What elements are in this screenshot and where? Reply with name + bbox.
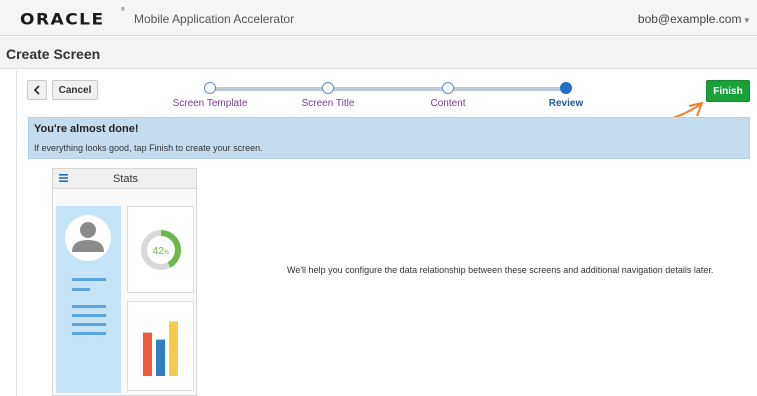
step-label-screen-template[interactable]: Screen Template <box>160 98 260 109</box>
finish-button[interactable]: Finish <box>706 80 750 102</box>
donut-chart: 42% <box>141 230 181 270</box>
info-banner: You're almost done! If everything looks … <box>28 117 750 159</box>
step-label-screen-title[interactable]: Screen Title <box>278 98 378 109</box>
page-title: Create Screen <box>6 46 101 62</box>
svg-text:42%: 42% <box>153 246 170 257</box>
step-stop-screen-template[interactable] <box>204 82 216 94</box>
step-stop-screen-title[interactable] <box>322 82 334 94</box>
screen-preview: Stats 42% <box>52 168 197 396</box>
bar-chart-tile <box>127 301 194 391</box>
caret-down-icon: ▾ <box>744 15 749 25</box>
train-connector <box>328 87 448 91</box>
app-title: Mobile Application Accelerator <box>134 12 295 26</box>
donut-tile: 42% <box>127 206 194 293</box>
preview-title: Stats <box>112 173 139 185</box>
avatar-icon <box>65 215 111 335</box>
bar-chart <box>143 321 178 376</box>
profile-tile <box>56 206 121 393</box>
bar-2 <box>169 321 178 376</box>
bar-0 <box>143 332 152 376</box>
step-label-review[interactable]: Review <box>516 98 616 109</box>
banner-title: You're almost done! <box>34 123 139 135</box>
user-email: bob@example.com <box>637 12 742 26</box>
train-connector <box>210 87 328 91</box>
banner-text: If everything looks good, tap Finish to … <box>34 143 263 153</box>
preview-header: Stats <box>53 169 196 189</box>
step-stop-review[interactable] <box>560 82 572 94</box>
user-menu[interactable]: bob@example.com ▾ <box>638 12 749 26</box>
donut-value: 42 <box>153 246 165 257</box>
bar-1 <box>156 339 165 376</box>
step-label-content[interactable]: Content <box>398 98 498 109</box>
top-bar: ORACLE ® Mobile Application Accelerator … <box>0 0 757 36</box>
helper-text: We'll help you configure the data relati… <box>287 265 714 275</box>
registered-mark: ® <box>121 7 125 13</box>
train-connector <box>448 87 566 91</box>
cancel-button[interactable]: Cancel <box>52 80 98 100</box>
step-stop-content[interactable] <box>442 82 454 94</box>
back-button[interactable] <box>27 80 47 100</box>
page-header: Create Screen <box>0 37 757 69</box>
chevron-left-icon <box>33 85 40 95</box>
oracle-logo: ORACLE <box>20 10 105 30</box>
donut-unit: % <box>164 250 170 256</box>
